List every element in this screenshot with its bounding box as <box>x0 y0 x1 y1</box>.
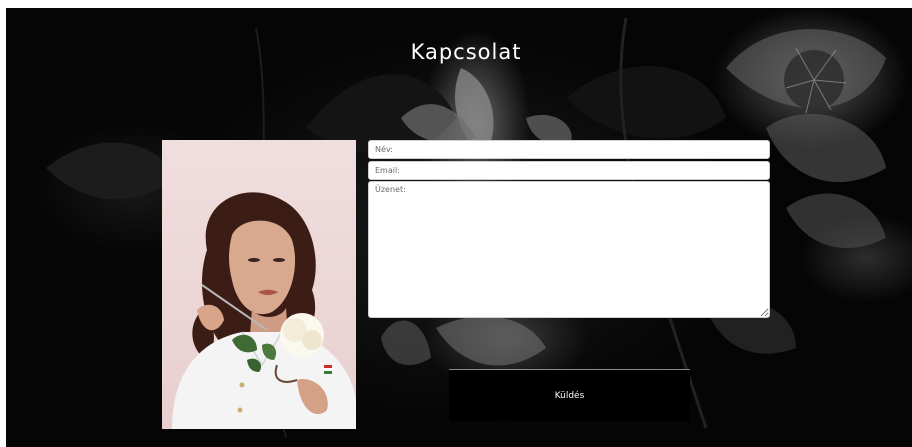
send-button[interactable]: Küldés <box>449 369 690 421</box>
message-textarea[interactable] <box>368 181 770 318</box>
page: Kapcsolat Név: Email: Üzenet: Küldés <box>0 0 912 447</box>
email-input[interactable] <box>368 161 770 180</box>
name-input[interactable] <box>368 140 770 159</box>
portrait-photo <box>162 140 356 429</box>
woman-with-sugar-flower-image <box>172 192 356 429</box>
page-title: Kapcsolat <box>410 40 522 64</box>
